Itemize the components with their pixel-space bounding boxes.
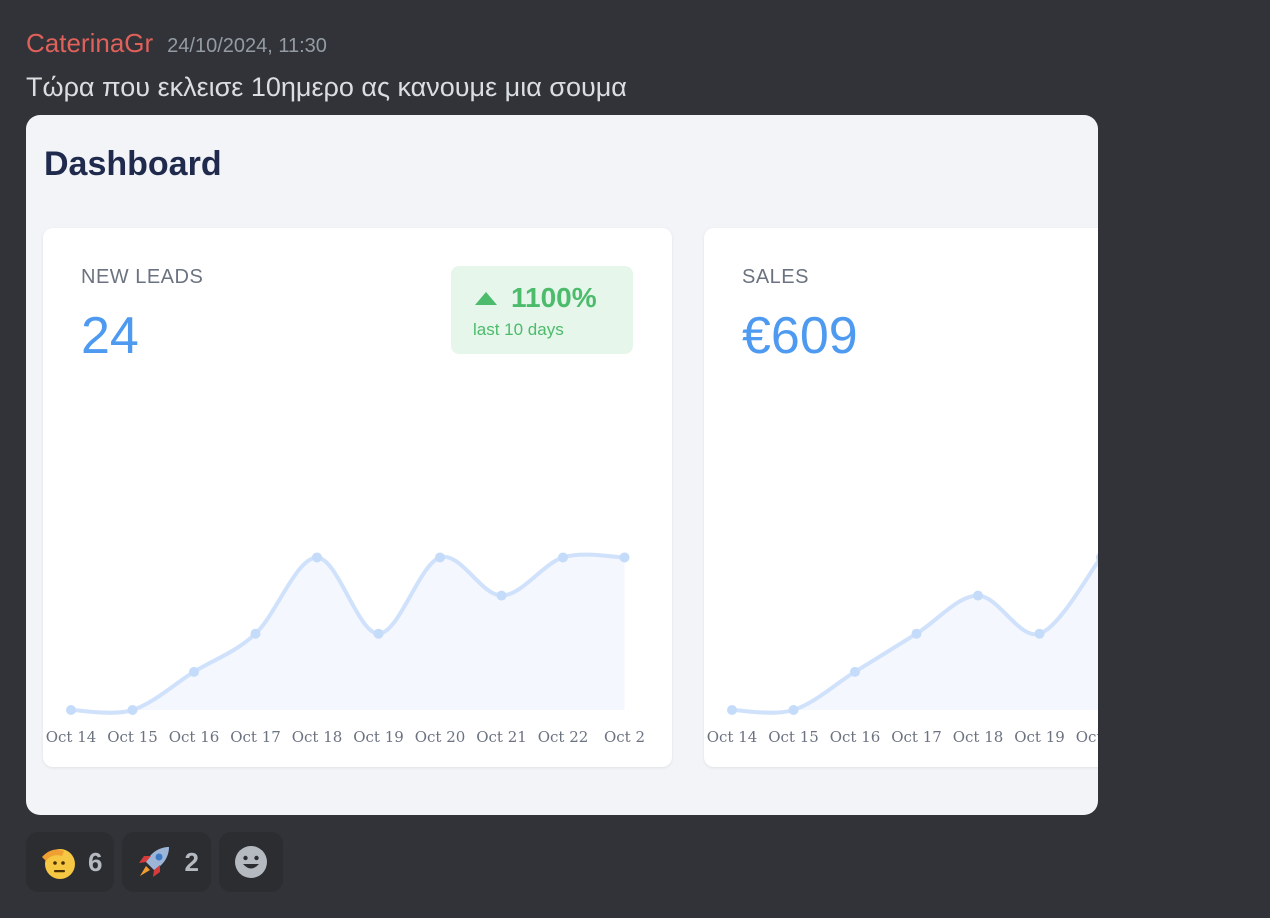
chart-area [71, 554, 625, 713]
message-header: CaterinaGr 24/10/2024, 11:30 [26, 28, 327, 64]
sales-chart: Oct 14 Oct 15 Oct 16 Oct 17 Oct 18 Oct 19 Oct … [707, 553, 1098, 746]
message-timestamp: 24/10/2024, 11:30 [167, 35, 327, 57]
data-point [1034, 628, 1045, 639]
rocket-icon [139, 847, 170, 877]
new-leads-chart: Oct 14 Oct 15 Oct 16 Oct 17 Oct 18 Oct 19 Oct … [46, 552, 645, 746]
x-tick-label: Oct 19 [1014, 728, 1065, 746]
add-reaction-button[interactable] [218, 832, 283, 892]
x-tick-label: Oct 14 [707, 728, 758, 746]
data-point [373, 628, 384, 639]
image-attachment[interactable]: Dashboard NEW LEADS 24 1100% last 10 day… [26, 115, 1098, 815]
data-point [250, 628, 261, 639]
x-tick-label: Oct 20 [415, 728, 466, 746]
x-tick-label: Oct 2 [604, 728, 645, 746]
x-tick-label: Oct 19 [353, 728, 404, 746]
x-tick-label: Oct 14 [46, 728, 97, 746]
x-tick-label: Oct 16 [169, 728, 220, 746]
data-point [973, 590, 983, 601]
data-point [496, 590, 507, 601]
x-tick-label: Oct 15 [768, 728, 819, 746]
data-point [727, 705, 737, 715]
x-tick-label: Oct 17 [891, 728, 942, 746]
x-tick-label: Oct 15 [107, 728, 158, 746]
x-tick-label: Oct 16 [830, 728, 881, 746]
x-tick-label: Oct 17 [230, 728, 281, 746]
data-point [558, 552, 568, 563]
sales-card: SALES €609 Oct 14 Oct 15 Oct 16 Oct 17 Oct 1… [704, 228, 1098, 767]
data-point [66, 705, 76, 715]
data-point [619, 552, 630, 563]
data-point [788, 705, 799, 715]
reaction-rocket[interactable]: 2 [122, 832, 211, 892]
add-reaction-icon [234, 846, 267, 878]
reaction-count: 2 [184, 846, 199, 877]
data-point [850, 666, 860, 677]
data-point [312, 552, 322, 563]
reaction-count: 6 [88, 846, 103, 877]
x-tick-label: Oct 20 [1076, 728, 1098, 746]
reactions-bar: 6 2 [26, 832, 283, 892]
data-point [435, 552, 445, 563]
data-point [911, 628, 922, 639]
message-text: Τώρα που εκλεισε 10ημερο ας κανουμε μια … [26, 72, 627, 102]
username[interactable]: CaterinaGr [26, 28, 153, 59]
data-point [189, 666, 199, 677]
data-point [127, 705, 138, 715]
saluting-face-icon [42, 849, 75, 879]
x-tick-label: Oct 18 [292, 728, 343, 746]
new-leads-card: NEW LEADS 24 1100% last 10 days Oct 14 Oc… [43, 228, 672, 767]
x-tick-label: Oct 21 [476, 728, 527, 746]
reaction-saluting-face[interactable]: 6 [26, 832, 115, 892]
x-tick-label: Oct 22 [538, 728, 589, 746]
x-tick-label: Oct 18 [953, 728, 1004, 746]
dashboard-title: Dashboard [44, 145, 222, 183]
